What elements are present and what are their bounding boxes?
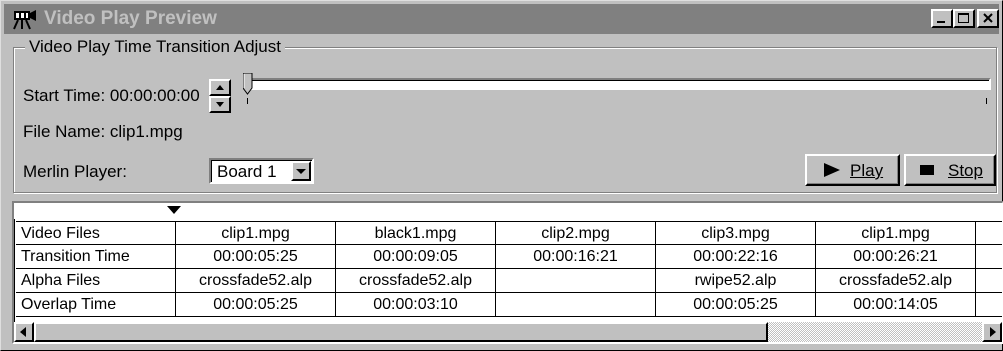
grid-cell[interactable]: crossfade52.alp <box>176 269 336 293</box>
spin-down-button[interactable] <box>209 96 231 113</box>
start-time-spinner[interactable] <box>209 79 231 113</box>
slider-tick-start <box>247 98 248 104</box>
minimize-icon <box>937 21 945 23</box>
grid-cell[interactable]: clip1.mpg <box>176 221 336 245</box>
title-bar[interactable]: Video Play Preview <box>4 4 999 34</box>
grid-cell[interactable]: 00:00:14:05 <box>816 293 976 317</box>
chevron-down-icon <box>296 169 306 174</box>
play-button[interactable]: Play <box>805 154 900 186</box>
close-button[interactable] <box>977 9 999 28</box>
video-play-preview-window: Video Play Preview Video Play Time Trans… <box>0 0 1003 351</box>
position-marker-icon[interactable] <box>167 206 181 215</box>
time-slider-track[interactable] <box>245 78 991 90</box>
maximize-icon <box>958 13 969 23</box>
stop-label: Stop <box>948 161 983 180</box>
grid-cell[interactable]: 00:00:03:10 <box>336 293 496 317</box>
grid-cell[interactable]: 00:00:05:25 <box>176 293 336 317</box>
grid-cell[interactable]: 00:00:22:16 <box>656 245 816 269</box>
row-header: Video Files <box>16 221 176 245</box>
grid-cell[interactable]: 00:00:09:05 <box>336 245 496 269</box>
merlin-player-select[interactable]: Board 1 <box>209 158 314 184</box>
grid-cell[interactable]: crossfade52.alp <box>336 269 496 293</box>
merlin-player-dropdown-button[interactable] <box>291 161 311 181</box>
maximize-button[interactable] <box>953 9 975 28</box>
row-header: Alpha Files <box>16 269 176 293</box>
grid-top-strip <box>14 203 1002 219</box>
scroll-left-button[interactable] <box>14 322 34 342</box>
arrow-up-icon <box>216 85 224 90</box>
row-header: Overlap Time <box>16 293 176 317</box>
film-camera-icon <box>13 10 36 30</box>
grid-cell-partial[interactable] <box>976 221 1002 245</box>
window-title: Video Play Preview <box>44 8 217 29</box>
close-icon <box>983 13 993 23</box>
scroll-right-button[interactable] <box>982 322 1002 342</box>
arrow-left-icon <box>20 327 26 337</box>
stop-button[interactable]: Stop <box>904 154 996 186</box>
grid-cell[interactable]: black1.mpg <box>336 221 496 245</box>
file-name-label: File Name: clip1.mpg <box>23 122 183 141</box>
grid-cell-partial[interactable] <box>976 269 1002 293</box>
grid-cell[interactable]: 00:00:05:25 <box>656 293 816 317</box>
start-time-label: Start Time: 00:00:00:00 <box>23 86 200 105</box>
grid-cell[interactable]: clip3.mpg <box>656 221 816 245</box>
grid-cell[interactable]: clip2.mpg <box>496 221 656 245</box>
play-label: Play <box>850 161 884 180</box>
grid-cell[interactable]: rwipe52.alp <box>656 269 816 293</box>
row-header: Transition Time <box>16 245 176 269</box>
grid-cell[interactable] <box>496 269 656 293</box>
grid-cell-partial[interactable] <box>976 293 1002 317</box>
spin-up-button[interactable] <box>209 79 231 96</box>
grid-cell[interactable]: 00:00:16:21 <box>496 245 656 269</box>
merlin-player-label: Merlin Player: <box>23 162 127 181</box>
grid-cell-partial[interactable] <box>976 245 1002 269</box>
time-slider-thumb[interactable] <box>243 73 253 95</box>
slider-tick-end <box>986 98 987 104</box>
play-icon <box>824 163 840 177</box>
grid-cell[interactable]: clip1.mpg <box>816 221 976 245</box>
stop-icon <box>920 165 934 175</box>
arrow-right-icon <box>990 327 996 337</box>
merlin-player-value: Board 1 <box>217 162 277 181</box>
grid-cell[interactable] <box>496 293 656 317</box>
grid-cell[interactable]: crossfade52.alp <box>816 269 976 293</box>
horizontal-scrollbar[interactable] <box>14 322 1002 342</box>
grid-cell[interactable]: 00:00:26:21 <box>816 245 976 269</box>
arrow-down-icon <box>216 102 224 107</box>
minimize-button[interactable] <box>931 9 953 28</box>
scroll-thumb[interactable] <box>34 322 768 342</box>
grid-cell[interactable]: 00:00:05:25 <box>176 245 336 269</box>
group-title: Video Play Time Transition Adjust <box>25 37 285 57</box>
